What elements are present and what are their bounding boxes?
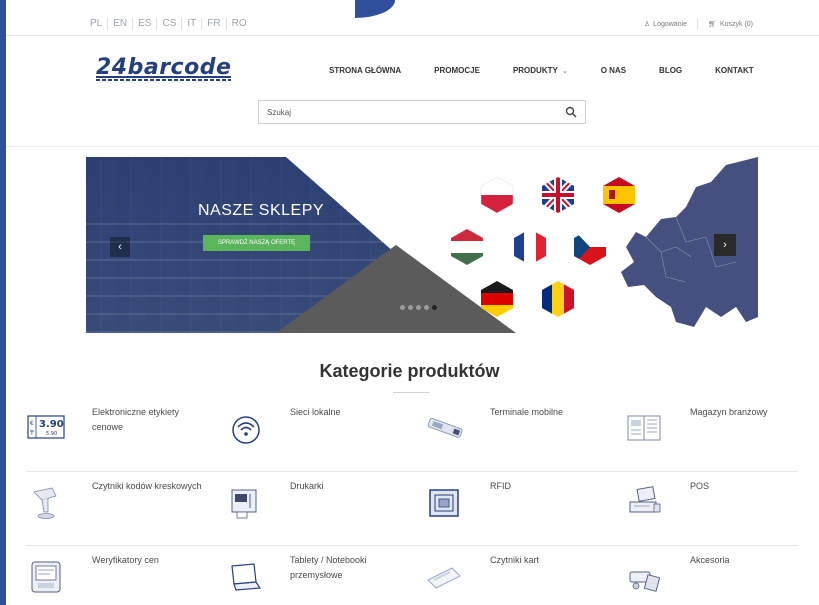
title-divider bbox=[393, 392, 429, 393]
barcode-scanner-icon bbox=[26, 482, 66, 522]
mobile-terminal-icon bbox=[424, 408, 464, 448]
lang-ro[interactable]: RO bbox=[227, 18, 252, 30]
cart-icon: 🛒︎ bbox=[708, 21, 717, 28]
search-placeholder: Szukaj bbox=[267, 107, 292, 117]
card-reader-icon bbox=[424, 556, 464, 596]
flag-czech-republic-icon bbox=[571, 227, 609, 267]
category-label: Sieci lokalne bbox=[290, 407, 341, 417]
user-icon: ♙ bbox=[643, 21, 651, 28]
nav-products-label: PRODUKTY bbox=[512, 66, 558, 75]
category-label: Drukarki bbox=[290, 481, 324, 491]
category-label: Magazyn branżowy bbox=[690, 407, 768, 417]
category-row: Czytniki kodów kreskowych Drukarki RFID … bbox=[26, 472, 798, 546]
logo-barcode-lines bbox=[96, 79, 231, 81]
wifi-icon bbox=[224, 408, 264, 448]
flag-united-kingdom-icon bbox=[539, 175, 577, 215]
category-label: RFID bbox=[490, 481, 511, 491]
nav-contact[interactable]: KONTAKT bbox=[715, 66, 754, 75]
category-row: Weryfikatory cen Tablety / Notebooki prz… bbox=[26, 546, 798, 605]
accessories-icon bbox=[624, 556, 664, 596]
flag-romania-icon bbox=[539, 279, 577, 319]
login-label: Logowanie bbox=[653, 21, 688, 28]
lang-en[interactable]: EN bbox=[108, 18, 134, 30]
language-switcher: PL EN ES CS IT FR RO bbox=[90, 18, 252, 30]
svg-text:€: € bbox=[30, 420, 34, 427]
price-label-icon: € ₸ 3.90 5.90 bbox=[26, 408, 66, 448]
account-links: ♙ Logowanie 🛒︎ Koszyk (0) bbox=[644, 19, 753, 29]
cart-link[interactable]: 🛒︎ Koszyk (0) bbox=[708, 20, 753, 28]
category-price-checkers[interactable]: Weryfikatory cen bbox=[26, 546, 221, 605]
category-industry-magazine[interactable]: Magazyn branżowy bbox=[624, 398, 819, 472]
cart-label: Koszyk (0) bbox=[719, 21, 753, 28]
category-label: Akcesoria bbox=[690, 555, 730, 565]
slider-next-button[interactable]: › bbox=[714, 234, 736, 256]
search-input[interactable]: Szukaj bbox=[258, 100, 586, 124]
pos-icon bbox=[624, 482, 664, 522]
category-electronic-labels[interactable]: € ₸ 3.90 5.90 Elektroniczne etykiety cenowe bbox=[26, 398, 221, 472]
price-icon-value: 3.90 bbox=[39, 419, 64, 430]
slider-dots bbox=[400, 305, 437, 310]
lang-es[interactable]: ES bbox=[133, 18, 158, 30]
banner-cta-button[interactable]: SPRAWDŹ NASZĄ OFERTĘ bbox=[203, 235, 310, 251]
flag-germany-icon bbox=[478, 279, 516, 319]
category-pos[interactable]: POS bbox=[624, 472, 819, 546]
slider-dot[interactable] bbox=[416, 305, 421, 310]
slider-dot[interactable] bbox=[432, 305, 437, 310]
category-row: € ₸ 3.90 5.90 Elektroniczne etykiety cenowe… bbox=[26, 398, 798, 472]
flag-poland-icon bbox=[478, 175, 516, 215]
slider-prev-button[interactable]: ‹ bbox=[110, 237, 130, 257]
slider-dot[interactable] bbox=[408, 305, 413, 310]
category-mobile-terminals[interactable]: Terminale mobilne bbox=[424, 398, 619, 472]
category-label: Elektroniczne etykiety cenowe bbox=[92, 407, 180, 432]
flag-france-icon bbox=[511, 227, 549, 267]
laptop-icon bbox=[224, 556, 264, 596]
divider bbox=[697, 19, 699, 29]
top-bar: PL EN ES CS IT FR RO ♙ Logowanie 🛒︎ Koszyk… bbox=[6, 16, 819, 36]
slider-dot[interactable] bbox=[424, 305, 429, 310]
rfid-icon bbox=[424, 482, 464, 522]
magazine-icon bbox=[624, 408, 664, 448]
category-label: Czytniki kodów kreskowych bbox=[92, 481, 202, 491]
lang-it[interactable]: IT bbox=[182, 18, 203, 30]
price-checker-icon bbox=[26, 556, 66, 596]
main-nav: STRONA GŁÓWNA PROMOCJE PRODUKTY ⌄ O NAS B… bbox=[329, 66, 787, 75]
categories-title: Kategorie produktów bbox=[319, 361, 500, 381]
svg-text:₸: ₸ bbox=[30, 430, 34, 437]
slider-dot[interactable] bbox=[400, 305, 405, 310]
printer-icon bbox=[224, 482, 264, 522]
banner-title: NASZE SKLEPY bbox=[198, 202, 325, 219]
price-icon-subvalue: 5.90 bbox=[46, 431, 57, 437]
category-barcode-scanners[interactable]: Czytniki kodów kreskowych bbox=[26, 472, 221, 546]
search-icon[interactable] bbox=[565, 106, 577, 118]
category-label: Tablety / Notebooki przemysłowe bbox=[290, 555, 367, 580]
category-label: Weryfikatory cen bbox=[92, 555, 159, 565]
nav-about[interactable]: O NAS bbox=[601, 66, 626, 75]
nav-home[interactable]: STRONA GŁÓWNA bbox=[329, 66, 401, 75]
nav-blog[interactable]: BLOG bbox=[659, 66, 682, 75]
nav-promotions[interactable]: PROMOCJE bbox=[434, 66, 480, 75]
lang-cs[interactable]: CS bbox=[157, 18, 183, 30]
nav-products[interactable]: PRODUKTY ⌄ bbox=[513, 66, 568, 75]
login-link[interactable]: ♙ Logowanie bbox=[644, 20, 687, 28]
header-divider bbox=[6, 146, 819, 147]
logo[interactable]: 24barcode bbox=[96, 55, 231, 81]
lang-fr[interactable]: FR bbox=[202, 18, 227, 30]
category-label: Terminale mobilne bbox=[490, 407, 564, 417]
category-tablets-notebooks[interactable]: Tablety / Notebooki przemysłowe bbox=[224, 546, 419, 605]
category-label: POS bbox=[690, 481, 710, 491]
category-rfid[interactable]: RFID bbox=[424, 472, 619, 546]
categories-grid: € ₸ 3.90 5.90 Elektroniczne etykiety cenowe… bbox=[26, 398, 798, 605]
category-label: Czytniki kart bbox=[490, 555, 540, 565]
category-printers[interactable]: Drukarki bbox=[224, 472, 419, 546]
lang-pl[interactable]: PL bbox=[90, 18, 109, 30]
chevron-down-icon: ⌄ bbox=[561, 67, 568, 75]
category-local-networks[interactable]: Sieci lokalne bbox=[224, 398, 419, 472]
logo-underline bbox=[96, 76, 231, 78]
flag-hungary-icon bbox=[448, 227, 486, 267]
category-accessories[interactable]: Akcesoria bbox=[624, 546, 819, 605]
flag-spain-icon bbox=[600, 175, 638, 215]
category-card-readers[interactable]: Czytniki kart bbox=[424, 546, 619, 605]
hero-banner: NASZE SKLEPY SPRAWDŹ NASZĄ OFERTĘ ‹ › bbox=[86, 157, 758, 333]
